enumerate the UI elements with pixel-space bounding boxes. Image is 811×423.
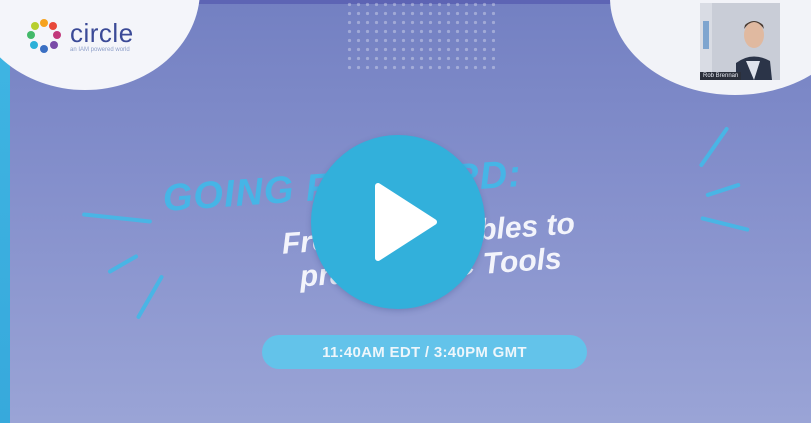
deco-line [705,182,741,198]
circle-logo: circle an IAM powered world [26,18,134,54]
deco-line [81,212,153,224]
time-badge: 11:40AM EDT / 3:40PM GMT [262,335,587,369]
session-time: 11:40AM EDT / 3:40PM GMT [322,343,527,361]
presenter-avatar [700,3,780,80]
deco-line [135,274,165,320]
logo-name: circle [70,17,134,48]
play-button[interactable] [311,135,485,309]
deco-line [107,253,139,275]
play-icon [375,183,437,261]
circle-logo-icon [26,18,62,54]
logo-tagline: an IAM powered world [70,46,130,53]
deco-line [698,126,730,168]
presenter-name-tag: Rob Brennan [700,72,742,80]
dot-pattern [345,0,495,70]
deco-line [700,216,750,232]
presenter-video: Rob Brennan [700,3,780,80]
video-player[interactable]: circle an IAM powered world Rob Brennan … [0,0,811,423]
